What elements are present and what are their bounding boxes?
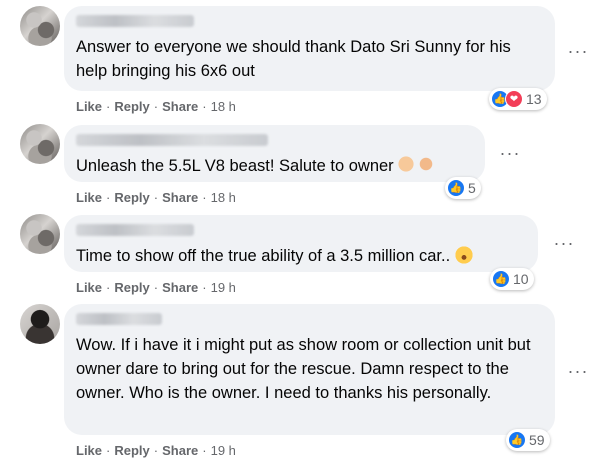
more-options-icon[interactable]: ··· — [552, 234, 576, 260]
reply-link[interactable]: Reply — [114, 443, 149, 458]
commenter-name-blurred[interactable] — [76, 134, 268, 146]
comment-text: Wow. If i have it i might put as show ro… — [76, 336, 531, 402]
reaction-summary[interactable]: 👍 5 — [445, 177, 481, 199]
like-icon: 👍 — [492, 270, 510, 288]
commenter-avatar[interactable] — [20, 124, 60, 164]
commenter-avatar[interactable] — [20, 304, 60, 344]
more-options-icon[interactable]: ··· — [566, 42, 590, 68]
comment-actions: Like · Reply · Share · 18 h — [76, 99, 236, 114]
flexed-biceps-emoji-icon — [397, 155, 418, 175]
reply-link[interactable]: Reply — [114, 99, 149, 114]
praying-hands-emoji-icon — [415, 155, 436, 175]
astonished-face-emoji-icon — [454, 245, 475, 265]
reaction-summary[interactable]: 👍 10 — [490, 268, 534, 290]
comment-bubble: Time to show off the true ability of a 3… — [64, 215, 538, 272]
reaction-count: 13 — [526, 91, 542, 107]
commenter-avatar[interactable] — [20, 214, 60, 254]
share-link[interactable]: Share — [162, 190, 198, 205]
reaction-count: 59 — [529, 432, 545, 448]
comment-text: Time to show off the true ability of a 3… — [76, 244, 526, 268]
like-icon: 👍 — [508, 431, 526, 449]
reaction-count: 5 — [468, 180, 476, 196]
comment-actions: Like · Reply · Share · 18 h — [76, 190, 236, 205]
like-link[interactable]: Like — [76, 280, 102, 295]
comment-actions: Like · Reply · Share · 19 h — [76, 280, 236, 295]
reaction-summary[interactable]: 👍 59 — [506, 429, 550, 451]
more-options-icon[interactable]: ··· — [566, 362, 590, 388]
reply-link[interactable]: Reply — [114, 190, 149, 205]
love-icon: ❤ — [505, 90, 523, 108]
timestamp[interactable]: 18 h — [211, 99, 236, 114]
comment-bubble: Unleash the 5.5L V8 beast! Salute to own… — [64, 125, 485, 182]
share-link[interactable]: Share — [162, 99, 198, 114]
timestamp[interactable]: 18 h — [211, 190, 236, 205]
comment-actions: Like · Reply · Share · 19 h — [76, 443, 236, 458]
timestamp[interactable]: 19 h — [211, 280, 236, 295]
commenter-name-blurred[interactable] — [76, 313, 162, 325]
reply-link[interactable]: Reply — [114, 280, 149, 295]
share-link[interactable]: Share — [162, 443, 198, 458]
share-link[interactable]: Share — [162, 280, 198, 295]
like-icon: 👍 — [447, 179, 465, 197]
comment-bubble: Answer to everyone we should thank Dato … — [64, 6, 555, 91]
like-link[interactable]: Like — [76, 99, 102, 114]
comment-bubble: Wow. If i have it i might put as show ro… — [64, 304, 555, 435]
more-options-icon[interactable]: ··· — [498, 144, 522, 170]
comment-text: Unleash the 5.5L V8 beast! Salute to own… — [76, 154, 473, 178]
like-link[interactable]: Like — [76, 443, 102, 458]
commenter-avatar[interactable] — [20, 6, 60, 46]
commenter-name-blurred[interactable] — [76, 224, 194, 236]
commenter-name-blurred[interactable] — [76, 15, 194, 27]
like-link[interactable]: Like — [76, 190, 102, 205]
timestamp[interactable]: 19 h — [211, 443, 236, 458]
comment-text: Answer to everyone we should thank Dato … — [76, 38, 511, 80]
reaction-count: 10 — [513, 271, 529, 287]
reaction-summary[interactable]: 👍 ❤ 13 — [489, 88, 547, 110]
